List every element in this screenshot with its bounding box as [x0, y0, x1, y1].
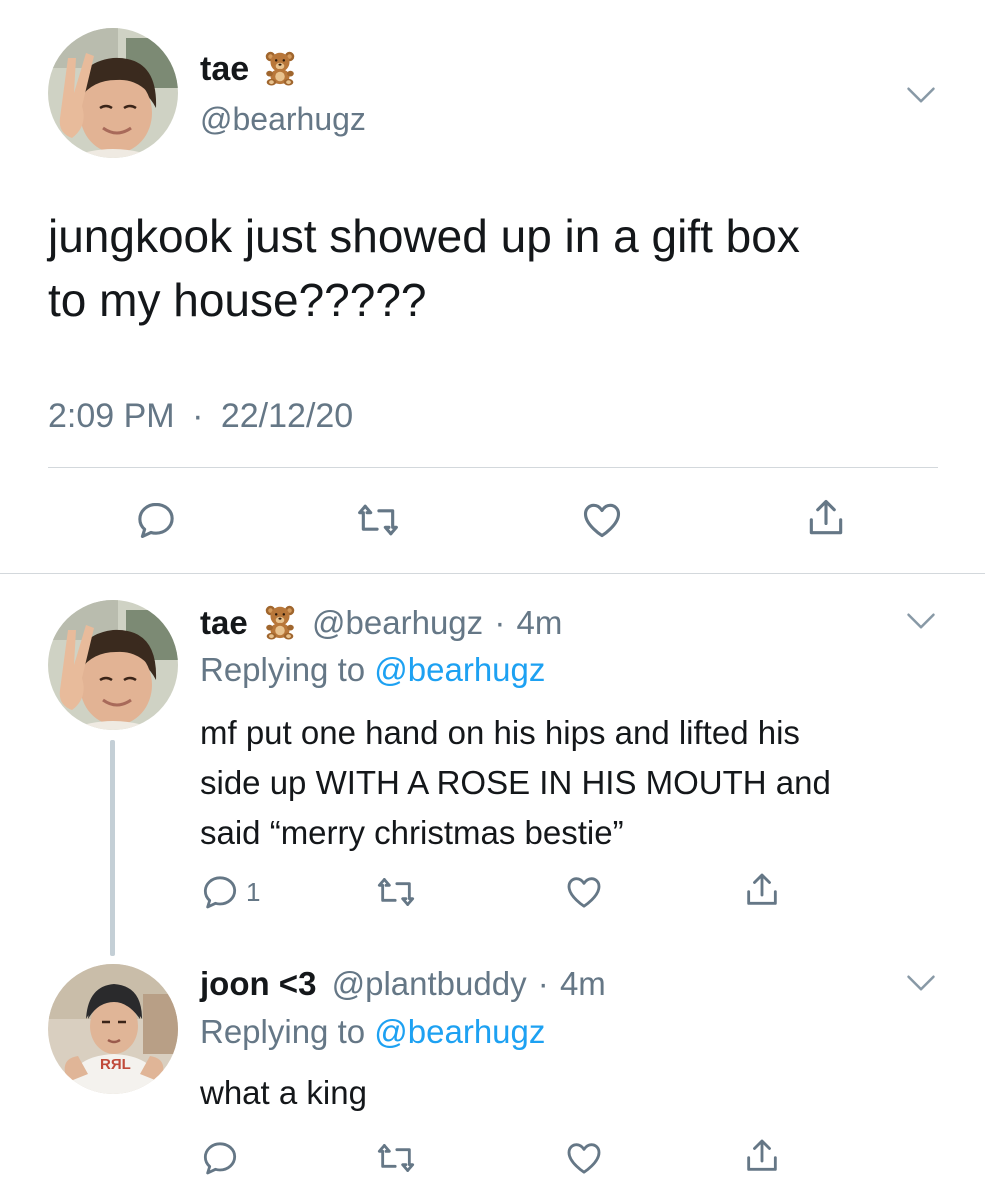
reply-icon[interactable] [200, 1138, 240, 1178]
teddy-bear-icon [261, 48, 299, 86]
reply-text-line: side up WITH A ROSE IN HIS MOUTH and [200, 764, 831, 801]
separator-dot: · [494, 604, 506, 641]
display-name: tae [200, 604, 248, 641]
avatar-photo-tae [48, 600, 178, 730]
avatar-photo-tae [48, 28, 178, 158]
replying-to: Replying to @bearhugz [200, 1012, 545, 1052]
display-name: tae [200, 50, 250, 88]
chevron-down-icon[interactable] [906, 612, 936, 630]
reply-icon[interactable] [200, 872, 240, 912]
reply-count: 1 [246, 877, 261, 907]
handle: @plantbuddy [331, 965, 527, 1002]
thread-line [110, 740, 115, 956]
handle: @bearhugz [312, 604, 484, 641]
tweet-text: jungkook just showed up in a gift box to… [48, 204, 948, 332]
tweet-text-line: jungkook just showed up in a gift box [48, 210, 800, 262]
avatar[interactable] [48, 28, 178, 158]
retweet-icon[interactable] [356, 498, 400, 542]
shirt-logo: RЯL [100, 1056, 131, 1073]
avatar[interactable]: RЯL [48, 964, 178, 1094]
reply-age: 4m [516, 604, 563, 641]
like-icon[interactable] [580, 498, 624, 542]
tweet-time: 2:09 PM [48, 397, 175, 435]
separator-dot: · [192, 397, 204, 435]
share-icon[interactable] [742, 870, 782, 910]
divider [48, 467, 938, 468]
tweet-date: 22/12/20 [220, 397, 354, 435]
handle[interactable]: @bearhugz [200, 100, 366, 138]
reply-text: mf put one hand on his hips and lifted h… [200, 708, 960, 858]
author-name-row[interactable]: tae [200, 48, 299, 89]
chevron-down-icon[interactable] [906, 86, 936, 104]
replying-to-link[interactable]: @bearhugz [374, 1013, 545, 1050]
divider [0, 573, 985, 574]
reply-text: what a king [200, 1068, 960, 1118]
timestamp[interactable]: 2:09 PM · 22/12/20 [48, 395, 353, 437]
avatar-photo-joon [48, 964, 178, 1094]
replying-to-label: Replying to [200, 651, 366, 688]
replying-to: Replying to @bearhugz [200, 650, 545, 690]
reply-age: 4m [559, 965, 606, 1002]
share-icon[interactable] [804, 496, 848, 540]
reply-text-line: what a king [200, 1074, 367, 1111]
teddy-bear-icon [261, 602, 299, 640]
tweet-text-line: to my house????? [48, 274, 427, 326]
reply-icon[interactable] [134, 498, 178, 542]
reply-header[interactable]: tae @bearhugz · 4m [200, 602, 562, 643]
reply-text-line: mf put one hand on his hips and lifted h… [200, 714, 800, 751]
share-icon[interactable] [742, 1136, 782, 1176]
separator-dot: · [537, 965, 549, 1002]
like-icon[interactable] [564, 872, 604, 912]
retweet-icon[interactable] [376, 1138, 416, 1178]
reply-text-line: said “merry christmas bestie” [200, 814, 624, 851]
reply-header[interactable]: joon <3 @plantbuddy · 4m [200, 964, 606, 1004]
retweet-icon[interactable] [376, 872, 416, 912]
replying-to-label: Replying to [200, 1013, 366, 1050]
avatar[interactable] [48, 600, 178, 730]
display-name: joon <3 [200, 965, 317, 1002]
chevron-down-icon[interactable] [906, 974, 936, 992]
like-icon[interactable] [564, 1138, 604, 1178]
replying-to-link[interactable]: @bearhugz [374, 651, 545, 688]
